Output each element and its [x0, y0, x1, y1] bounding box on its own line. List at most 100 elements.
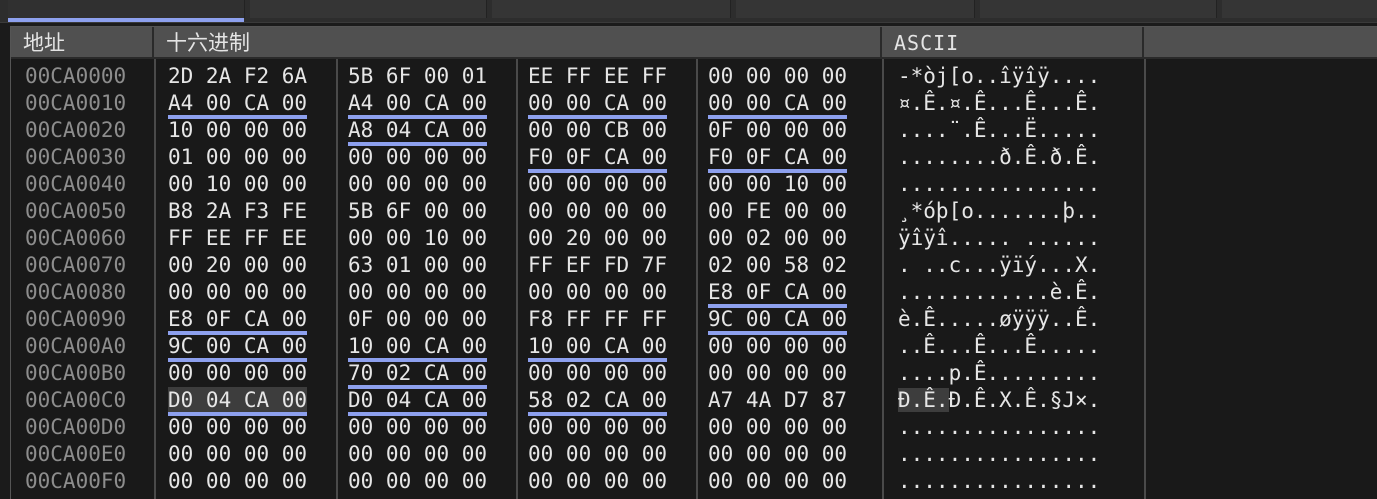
- hex-column-header[interactable]: 十六进制: [154, 27, 882, 59]
- row-address[interactable]: 00CA00C0: [25, 387, 126, 414]
- ascii-text[interactable]: ¸*óþ[o.......þ..: [898, 198, 1100, 225]
- row-address[interactable]: 00CA00A0: [25, 333, 126, 360]
- hex-dword[interactable]: 01 00 00 00: [168, 144, 307, 171]
- hex-dword[interactable]: 63 01 00 00: [348, 252, 487, 279]
- dump-row[interactable]: 00CA0060 FF EE FF EE 00 00 10 00 00 20 00 0…: [11, 225, 1377, 252]
- hex-dword[interactable]: 00 00 00 00: [708, 495, 847, 499]
- hex-dword[interactable]: D0 04 CA 00: [348, 387, 488, 416]
- dump-row[interactable]: 00CA0050 B8 2A F3 FE 5B 6F 00 00 00 00 00 0…: [11, 198, 1377, 225]
- row-address[interactable]: 00CA0030: [25, 144, 126, 171]
- dump-tab-3[interactable]: [492, 0, 731, 18]
- ascii-column-header[interactable]: ASCII: [882, 27, 1144, 59]
- dump-row[interactable]: 00CA00E0 00 00 00 00 00 00 00 00 00 00 00 0…: [11, 441, 1377, 468]
- row-address[interactable]: 00CA0050: [25, 198, 126, 225]
- hex-dword[interactable]: 00 00 00 00: [708, 414, 847, 441]
- hex-dword[interactable]: 00 00 00 00: [168, 360, 307, 387]
- hex-dword[interactable]: 00 00 00 00: [168, 441, 307, 468]
- dump-row[interactable]: 00CA0030 01 00 00 00 00 00 00 00 F0 0F CA 0…: [11, 144, 1377, 173]
- hex-dword[interactable]: 00 00 00 00: [528, 468, 667, 495]
- hex-dword[interactable]: 00 00 00 00: [528, 171, 667, 198]
- hex-dword[interactable]: 0F 00 00 00: [708, 117, 847, 144]
- hex-dword[interactable]: E8 0F CA 00: [708, 279, 848, 308]
- dump-row[interactable]: 00CA0100 00 00 00 00 00 00 00 00 00 00 00 0…: [11, 495, 1377, 499]
- hex-dword[interactable]: B8 2A F3 FE: [168, 198, 307, 225]
- hex-dword[interactable]: D0 04 CA 00: [168, 387, 308, 416]
- hex-dword[interactable]: 00 00 00 00: [348, 414, 487, 441]
- dump-tab-2[interactable]: [250, 0, 487, 18]
- row-address[interactable]: 00CA0020: [25, 117, 126, 144]
- hex-dword[interactable]: EE FF EE FF: [528, 63, 667, 90]
- dump-row[interactable]: 00CA0040 00 10 00 00 00 00 00 00 00 00 00 0…: [11, 171, 1377, 198]
- dump-row[interactable]: 00CA0020 10 00 00 00 A8 04 CA 00 00 00 CB 0…: [11, 117, 1377, 146]
- hex-dword[interactable]: FF EF FD 7F: [528, 252, 667, 279]
- hex-dword[interactable]: 00 00 00 00: [708, 63, 847, 90]
- ascii-selection[interactable]: Ð.Ê.: [898, 388, 949, 412]
- dump-row[interactable]: 00CA00F0 00 00 00 00 00 00 00 00 00 00 00 0…: [11, 468, 1377, 495]
- ascii-text[interactable]: ................: [898, 171, 1100, 198]
- row-address[interactable]: 00CA0100: [25, 495, 126, 499]
- dump-tab-6[interactable]: [1222, 0, 1377, 18]
- hex-dword[interactable]: 00 00 00 00: [348, 495, 487, 499]
- hex-dword[interactable]: 00 00 00 00: [168, 495, 307, 499]
- hex-dword[interactable]: 00 10 00 00: [168, 171, 307, 198]
- hex-dword[interactable]: 00 00 00 00: [708, 333, 847, 360]
- hex-dword[interactable]: 00 02 00 00: [708, 225, 847, 252]
- hex-dword[interactable]: 0F 00 00 00: [348, 306, 487, 333]
- hex-dword[interactable]: 00 00 00 00: [348, 171, 487, 198]
- hex-dword[interactable]: 00 00 00 00: [528, 441, 667, 468]
- hex-dword[interactable]: FF EE FF EE: [168, 225, 307, 252]
- hex-dword[interactable]: 00 00 00 00: [168, 279, 307, 306]
- dump-row[interactable]: 00CA0070 00 20 00 00 63 01 00 00 FF EF FD 7…: [11, 252, 1377, 279]
- ascii-text[interactable]: ................: [898, 495, 1100, 499]
- hex-dword[interactable]: 00 00 CA 00: [528, 90, 668, 119]
- hex-dword[interactable]: 5B 6F 00 01: [348, 63, 487, 90]
- ascii-text[interactable]: ................: [898, 468, 1100, 495]
- dump-tab-5[interactable]: [980, 0, 1217, 18]
- row-address[interactable]: 00CA0070: [25, 252, 126, 279]
- dump-row[interactable]: 00CA00D0 00 00 00 00 00 00 00 00 00 00 00 0…: [11, 414, 1377, 441]
- ascii-text[interactable]: Ð.Ê.Ð.Ê.X.Ê.§J×.: [898, 387, 1100, 414]
- hex-dword[interactable]: 70 02 CA 00: [348, 360, 488, 389]
- row-address[interactable]: 00CA0000: [25, 63, 126, 90]
- address-column-header[interactable]: 地址: [11, 27, 154, 59]
- dump-row[interactable]: 00CA00C0 D0 04 CA 00 D0 04 CA 00 58 02 CA 0…: [11, 387, 1377, 416]
- hex-dword[interactable]: 00 00 00 00: [348, 468, 487, 495]
- ascii-text[interactable]: ............è.Ê.: [898, 279, 1100, 306]
- hex-dword[interactable]: A8 04 CA 00: [348, 117, 488, 146]
- row-address[interactable]: 00CA00D0: [25, 414, 126, 441]
- hex-dword[interactable]: 00 00 CB 00: [528, 117, 667, 144]
- row-address[interactable]: 00CA0060: [25, 225, 126, 252]
- ascii-text[interactable]: è.Ê.....øÿÿÿ..Ê.: [898, 306, 1100, 333]
- ascii-text[interactable]: -*òj[o..îÿîÿ....: [898, 63, 1100, 90]
- ascii-text[interactable]: ................: [898, 441, 1100, 468]
- hex-dword[interactable]: 00 00 00 00: [708, 468, 847, 495]
- hex-dword[interactable]: 00 00 00 00: [528, 414, 667, 441]
- dump-row[interactable]: 00CA0090 E8 0F CA 00 0F 00 00 00 F8 FF FF F…: [11, 306, 1377, 335]
- dump-row[interactable]: 00CA00A0 9C 00 CA 00 10 00 CA 00 10 00 CA 0…: [11, 333, 1377, 362]
- hex-dword[interactable]: 00 00 00 00: [528, 360, 667, 387]
- hex-dword[interactable]: 00 00 00 00: [168, 468, 307, 495]
- ascii-text[interactable]: ¤.Ê.¤.Ê...Ê...Ê.: [898, 90, 1100, 117]
- hex-dword[interactable]: 00 00 10 00: [348, 225, 487, 252]
- ascii-text[interactable]: ................: [898, 414, 1100, 441]
- hex-dword[interactable]: 00 00 00 00: [348, 441, 487, 468]
- hex-dword[interactable]: 00 00 00 00: [708, 441, 847, 468]
- hex-dword[interactable]: 00 00 00 00: [168, 414, 307, 441]
- hex-dword[interactable]: 00 00 00 00: [348, 279, 487, 306]
- dump-row[interactable]: 00CA0080 00 00 00 00 00 00 00 00 00 00 00 0…: [11, 279, 1377, 308]
- hex-dword[interactable]: 58 02 CA 00: [528, 387, 668, 416]
- ascii-text[interactable]: ........ð.Ê.ð.Ê.: [898, 144, 1100, 171]
- row-address[interactable]: 00CA0010: [25, 90, 126, 117]
- hex-dword[interactable]: 00 20 00 00: [528, 225, 667, 252]
- hex-dword[interactable]: 02 00 58 02: [708, 252, 847, 279]
- hex-dword[interactable]: 00 00 CA 00: [708, 90, 848, 119]
- row-address[interactable]: 00CA00B0: [25, 360, 126, 387]
- hex-dword[interactable]: 00 00 00 00: [348, 144, 487, 171]
- ascii-text[interactable]: ÿîÿî..... ......: [898, 225, 1100, 252]
- dump-row[interactable]: 00CA0000 2D 2A F2 6A 5B 6F 00 01 EE FF EE F…: [11, 63, 1377, 90]
- dump-row[interactable]: 00CA00B0 00 00 00 00 70 02 CA 00 00 00 00 0…: [11, 360, 1377, 389]
- ascii-text[interactable]: ..Ê...Ê...Ê.....: [898, 333, 1100, 360]
- row-address[interactable]: 00CA00F0: [25, 468, 126, 495]
- hex-dword[interactable]: F0 0F CA 00: [708, 144, 848, 173]
- ascii-text[interactable]: ....¨.Ê...Ë.....: [898, 117, 1100, 144]
